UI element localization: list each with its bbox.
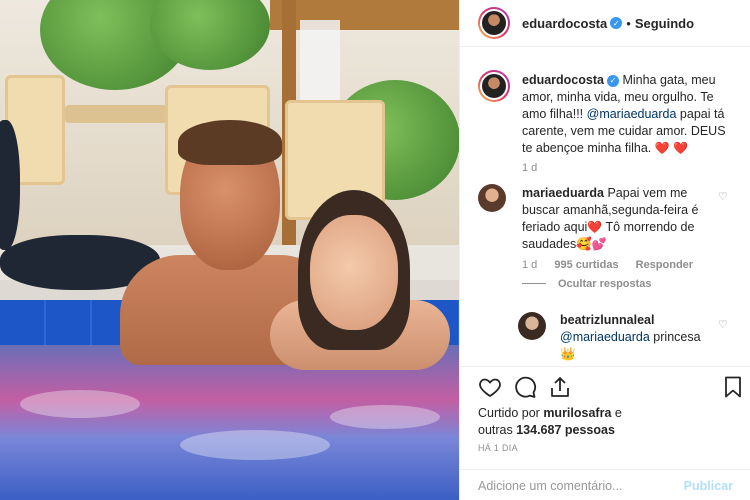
post-header: eduardocosta ✓ • Seguindo bbox=[460, 0, 750, 47]
photo-girl-face bbox=[310, 215, 398, 330]
reply-like-heart-icon[interactable]: ♡ bbox=[718, 318, 728, 331]
reply-username[interactable]: beatrizlunnaleal bbox=[560, 313, 654, 327]
crown-emoji-icon: 👑 bbox=[560, 347, 576, 361]
likes-summary: Curtido por murilosafra e outras 134.687… bbox=[478, 405, 622, 439]
share-icon[interactable] bbox=[548, 375, 572, 399]
heart-emoji-icon: ❤️ bbox=[673, 141, 689, 155]
likes-line2-prefix: outras bbox=[478, 423, 517, 437]
blush-emoji-icon: 🥰 bbox=[576, 237, 592, 251]
photo-statue bbox=[0, 120, 160, 290]
add-comment-bar: Publicar bbox=[460, 469, 750, 500]
likes-prefix: Curtido por bbox=[478, 406, 544, 420]
comment-icon[interactable] bbox=[513, 375, 537, 399]
heart-emoji-icon: 💕 bbox=[591, 237, 607, 251]
comments-section[interactable]: eduardocosta ✓ Minha gata, meu amor, minh… bbox=[460, 48, 750, 366]
follow-status-button[interactable]: Seguindo bbox=[635, 16, 694, 31]
verified-badge-icon: ✓ bbox=[610, 17, 623, 29]
photo-ripple bbox=[180, 430, 330, 460]
caption: eduardocosta ✓ Minha gata, meu amor, minh… bbox=[522, 72, 736, 157]
post-timestamp[interactable]: HÁ 1 DIA bbox=[478, 443, 518, 453]
comment-time: 1 d bbox=[522, 259, 538, 271]
comment-likes-count[interactable]: 995 curtidas bbox=[554, 259, 618, 271]
caption-mention-link[interactable]: @mariaeduarda bbox=[587, 107, 677, 121]
commenter-avatar[interactable] bbox=[478, 184, 506, 212]
post-side-panel: eduardocosta ✓ • Seguindo eduardocosta ✓ … bbox=[459, 0, 750, 500]
post-photo[interactable] bbox=[0, 0, 459, 500]
post-actions: Curtido por murilosafra e outras 134.687… bbox=[460, 366, 750, 500]
hide-replies-label: Ocultar respostas bbox=[558, 278, 652, 290]
comment-input[interactable] bbox=[478, 478, 684, 493]
photo-ripple bbox=[20, 390, 140, 418]
reply-button[interactable]: Responder bbox=[636, 259, 693, 271]
reply-avatar[interactable] bbox=[518, 312, 546, 340]
photo-pergola bbox=[270, 0, 459, 30]
heart-outline-icon[interactable] bbox=[478, 375, 502, 399]
separator-dot: • bbox=[626, 15, 631, 31]
likes-middle: e bbox=[611, 406, 622, 420]
publish-button[interactable]: Publicar bbox=[684, 479, 733, 493]
comment: mariaeduarda Papai vem me buscar amanhã,… bbox=[522, 185, 712, 253]
caption-time: 1 d bbox=[522, 162, 538, 174]
comment-meta: 1 d 995 curtidas Responder bbox=[522, 259, 693, 271]
reply-mention-link[interactable]: @mariaeduarda bbox=[560, 330, 650, 344]
caption-author-avatar[interactable] bbox=[478, 70, 510, 102]
verified-badge-icon: ✓ bbox=[606, 74, 619, 87]
comment-like-heart-icon[interactable]: ♡ bbox=[718, 190, 728, 203]
heart-emoji-icon: ❤️ bbox=[587, 220, 603, 234]
liked-by-user-link[interactable]: murilosafra bbox=[543, 406, 611, 420]
reply-comment: beatrizlunnaleal @mariaeduarda princesa … bbox=[560, 312, 720, 363]
bookmark-icon[interactable] bbox=[721, 375, 745, 399]
hide-replies-toggle[interactable]: Ocultar respostas bbox=[522, 278, 652, 290]
author-username[interactable]: eduardocosta bbox=[522, 16, 607, 31]
heart-emoji-icon: ❤️ bbox=[654, 141, 670, 155]
comment-username[interactable]: mariaeduarda bbox=[522, 186, 604, 200]
caption-username[interactable]: eduardocosta bbox=[522, 73, 604, 87]
reply-text: princesa bbox=[649, 330, 701, 344]
photo-ripple bbox=[330, 405, 440, 429]
likes-count-link[interactable]: 134.687 pessoas bbox=[516, 423, 615, 437]
author-avatar[interactable] bbox=[478, 7, 510, 39]
photo-man-hair bbox=[178, 120, 282, 165]
